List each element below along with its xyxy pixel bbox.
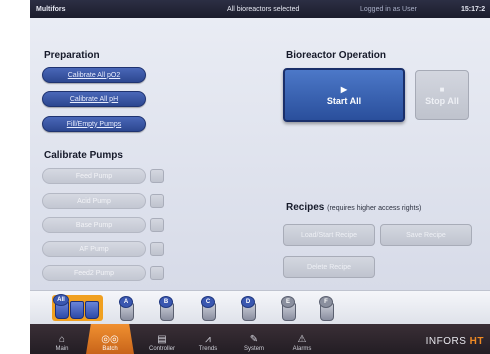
tab-trends[interactable]: ⩘ Trends bbox=[188, 324, 228, 354]
start-all-button[interactable]: ▶ Start All bbox=[283, 68, 405, 122]
clock: 15:17:2 bbox=[461, 5, 486, 13]
title-bar: Multifors All bioreactors selected Logge… bbox=[30, 0, 490, 18]
brand-suffix: HT bbox=[469, 336, 484, 347]
start-all-label: Start All bbox=[326, 95, 362, 106]
reactor-label: D bbox=[241, 296, 255, 308]
reactor-b[interactable]: B bbox=[159, 295, 175, 321]
calibrate-po2-button[interactable]: Calibrate All pO2 bbox=[42, 67, 146, 83]
login-status: Logged in as User bbox=[360, 5, 417, 13]
tab-controller[interactable]: ▤ Controller bbox=[140, 324, 184, 354]
feed-pump-indicator bbox=[150, 169, 164, 183]
tab-label: System bbox=[243, 346, 264, 352]
reactor-selector-bar: All A B C D E F bbox=[30, 290, 490, 324]
reactor-c[interactable]: C bbox=[201, 295, 217, 321]
tab-label: Alarms bbox=[292, 346, 312, 352]
reactor-label: E bbox=[281, 296, 295, 308]
tab-label: Main bbox=[55, 346, 69, 352]
preparation-title: Preparation bbox=[44, 50, 100, 61]
brand-name: INFORS bbox=[425, 336, 467, 347]
tab-batch[interactable]: ◎◎ Batch bbox=[86, 324, 134, 354]
reactor-label: A bbox=[119, 296, 133, 308]
reactor-label: All bbox=[53, 294, 69, 306]
trends-icon: ⩘ bbox=[205, 334, 211, 345]
vessel-icon: B bbox=[159, 296, 174, 321]
left-margin bbox=[0, 0, 30, 354]
af-pump-button[interactable]: AF Pump bbox=[42, 241, 146, 257]
recipes-title: Recipes (requires higher access rights) bbox=[286, 202, 421, 213]
bioreactor-operation-title: Bioreactor Operation bbox=[286, 50, 387, 61]
stop-all-label: Stop All bbox=[425, 95, 459, 106]
vessel-icon: E bbox=[281, 296, 296, 321]
vessel-icon: F bbox=[319, 296, 334, 321]
delete-recipe-button[interactable]: Delete Recipe bbox=[283, 256, 375, 278]
calibrate-ph-button[interactable]: Calibrate All pH bbox=[42, 91, 146, 107]
base-pump-indicator bbox=[150, 218, 164, 232]
tab-label: Controller bbox=[148, 346, 175, 352]
app-title: Multifors bbox=[36, 5, 66, 13]
tab-main[interactable]: ⌂ Main bbox=[42, 324, 82, 354]
reactor-all[interactable]: All bbox=[52, 294, 103, 321]
feed-pump-button[interactable]: Feed Pump bbox=[42, 168, 146, 184]
feed2-pump-button[interactable]: Feed2 Pump bbox=[42, 265, 146, 281]
load-start-recipe-button[interactable]: Load/Start Recipe bbox=[283, 224, 375, 246]
reactor-label: B bbox=[159, 296, 173, 308]
tab-alarms[interactable]: ⚠ Alarms bbox=[282, 324, 322, 354]
calibrate-pumps-title: Calibrate Pumps bbox=[44, 150, 123, 161]
home-icon: ⌂ bbox=[58, 334, 66, 345]
batch-panel: Preparation Calibrate All pO2 Calibrate … bbox=[30, 18, 490, 290]
feed2-pump-indicator bbox=[150, 266, 164, 280]
base-pump-button[interactable]: Base Pump bbox=[42, 217, 146, 233]
vessel-icon bbox=[70, 301, 84, 319]
stop-icon: ■ bbox=[439, 84, 445, 94]
vessel-icon bbox=[85, 301, 99, 319]
tab-system[interactable]: ✎ System bbox=[234, 324, 274, 354]
vessel-icon: All bbox=[53, 294, 69, 319]
save-recipe-button[interactable]: Save Recipe bbox=[380, 224, 472, 246]
stop-all-button[interactable]: ■ Stop All bbox=[415, 70, 469, 120]
bottom-nav: ⌂ Main ◎◎ Batch ▤ Controller ⩘ Trends ✎ … bbox=[30, 324, 490, 354]
vessel-icon: C bbox=[201, 296, 216, 321]
reactor-f[interactable]: F bbox=[319, 295, 335, 321]
batch-icon: ◎◎ bbox=[101, 334, 119, 345]
acid-pump-button[interactable]: Acid Pump bbox=[42, 193, 146, 209]
app-screen: Multifors All bioreactors selected Logge… bbox=[30, 0, 490, 354]
controller-icon: ▤ bbox=[157, 334, 167, 345]
brand-logo: INFORS HT bbox=[426, 336, 484, 347]
play-icon: ▶ bbox=[340, 84, 348, 94]
recipes-label: Recipes bbox=[286, 202, 325, 213]
acid-pump-indicator bbox=[150, 194, 164, 208]
vessel-icon: D bbox=[241, 296, 256, 321]
selection-status: All bioreactors selected bbox=[227, 5, 300, 13]
vessel-icon: A bbox=[119, 296, 134, 321]
af-pump-indicator bbox=[150, 242, 164, 256]
system-icon: ✎ bbox=[249, 334, 259, 345]
tab-label: Batch bbox=[102, 346, 118, 352]
reactor-d[interactable]: D bbox=[241, 295, 257, 321]
tab-label: Trends bbox=[198, 346, 218, 352]
reactor-label: C bbox=[201, 296, 215, 308]
recipes-access-note: (requires higher access rights) bbox=[327, 205, 422, 212]
fill-empty-pumps-button[interactable]: Fill/Empty Pumps bbox=[42, 116, 146, 132]
reactor-label: F bbox=[319, 296, 333, 308]
reactor-a[interactable]: A bbox=[119, 295, 135, 321]
reactor-e[interactable]: E bbox=[281, 295, 297, 321]
alarm-icon: ⚠ bbox=[297, 334, 307, 345]
